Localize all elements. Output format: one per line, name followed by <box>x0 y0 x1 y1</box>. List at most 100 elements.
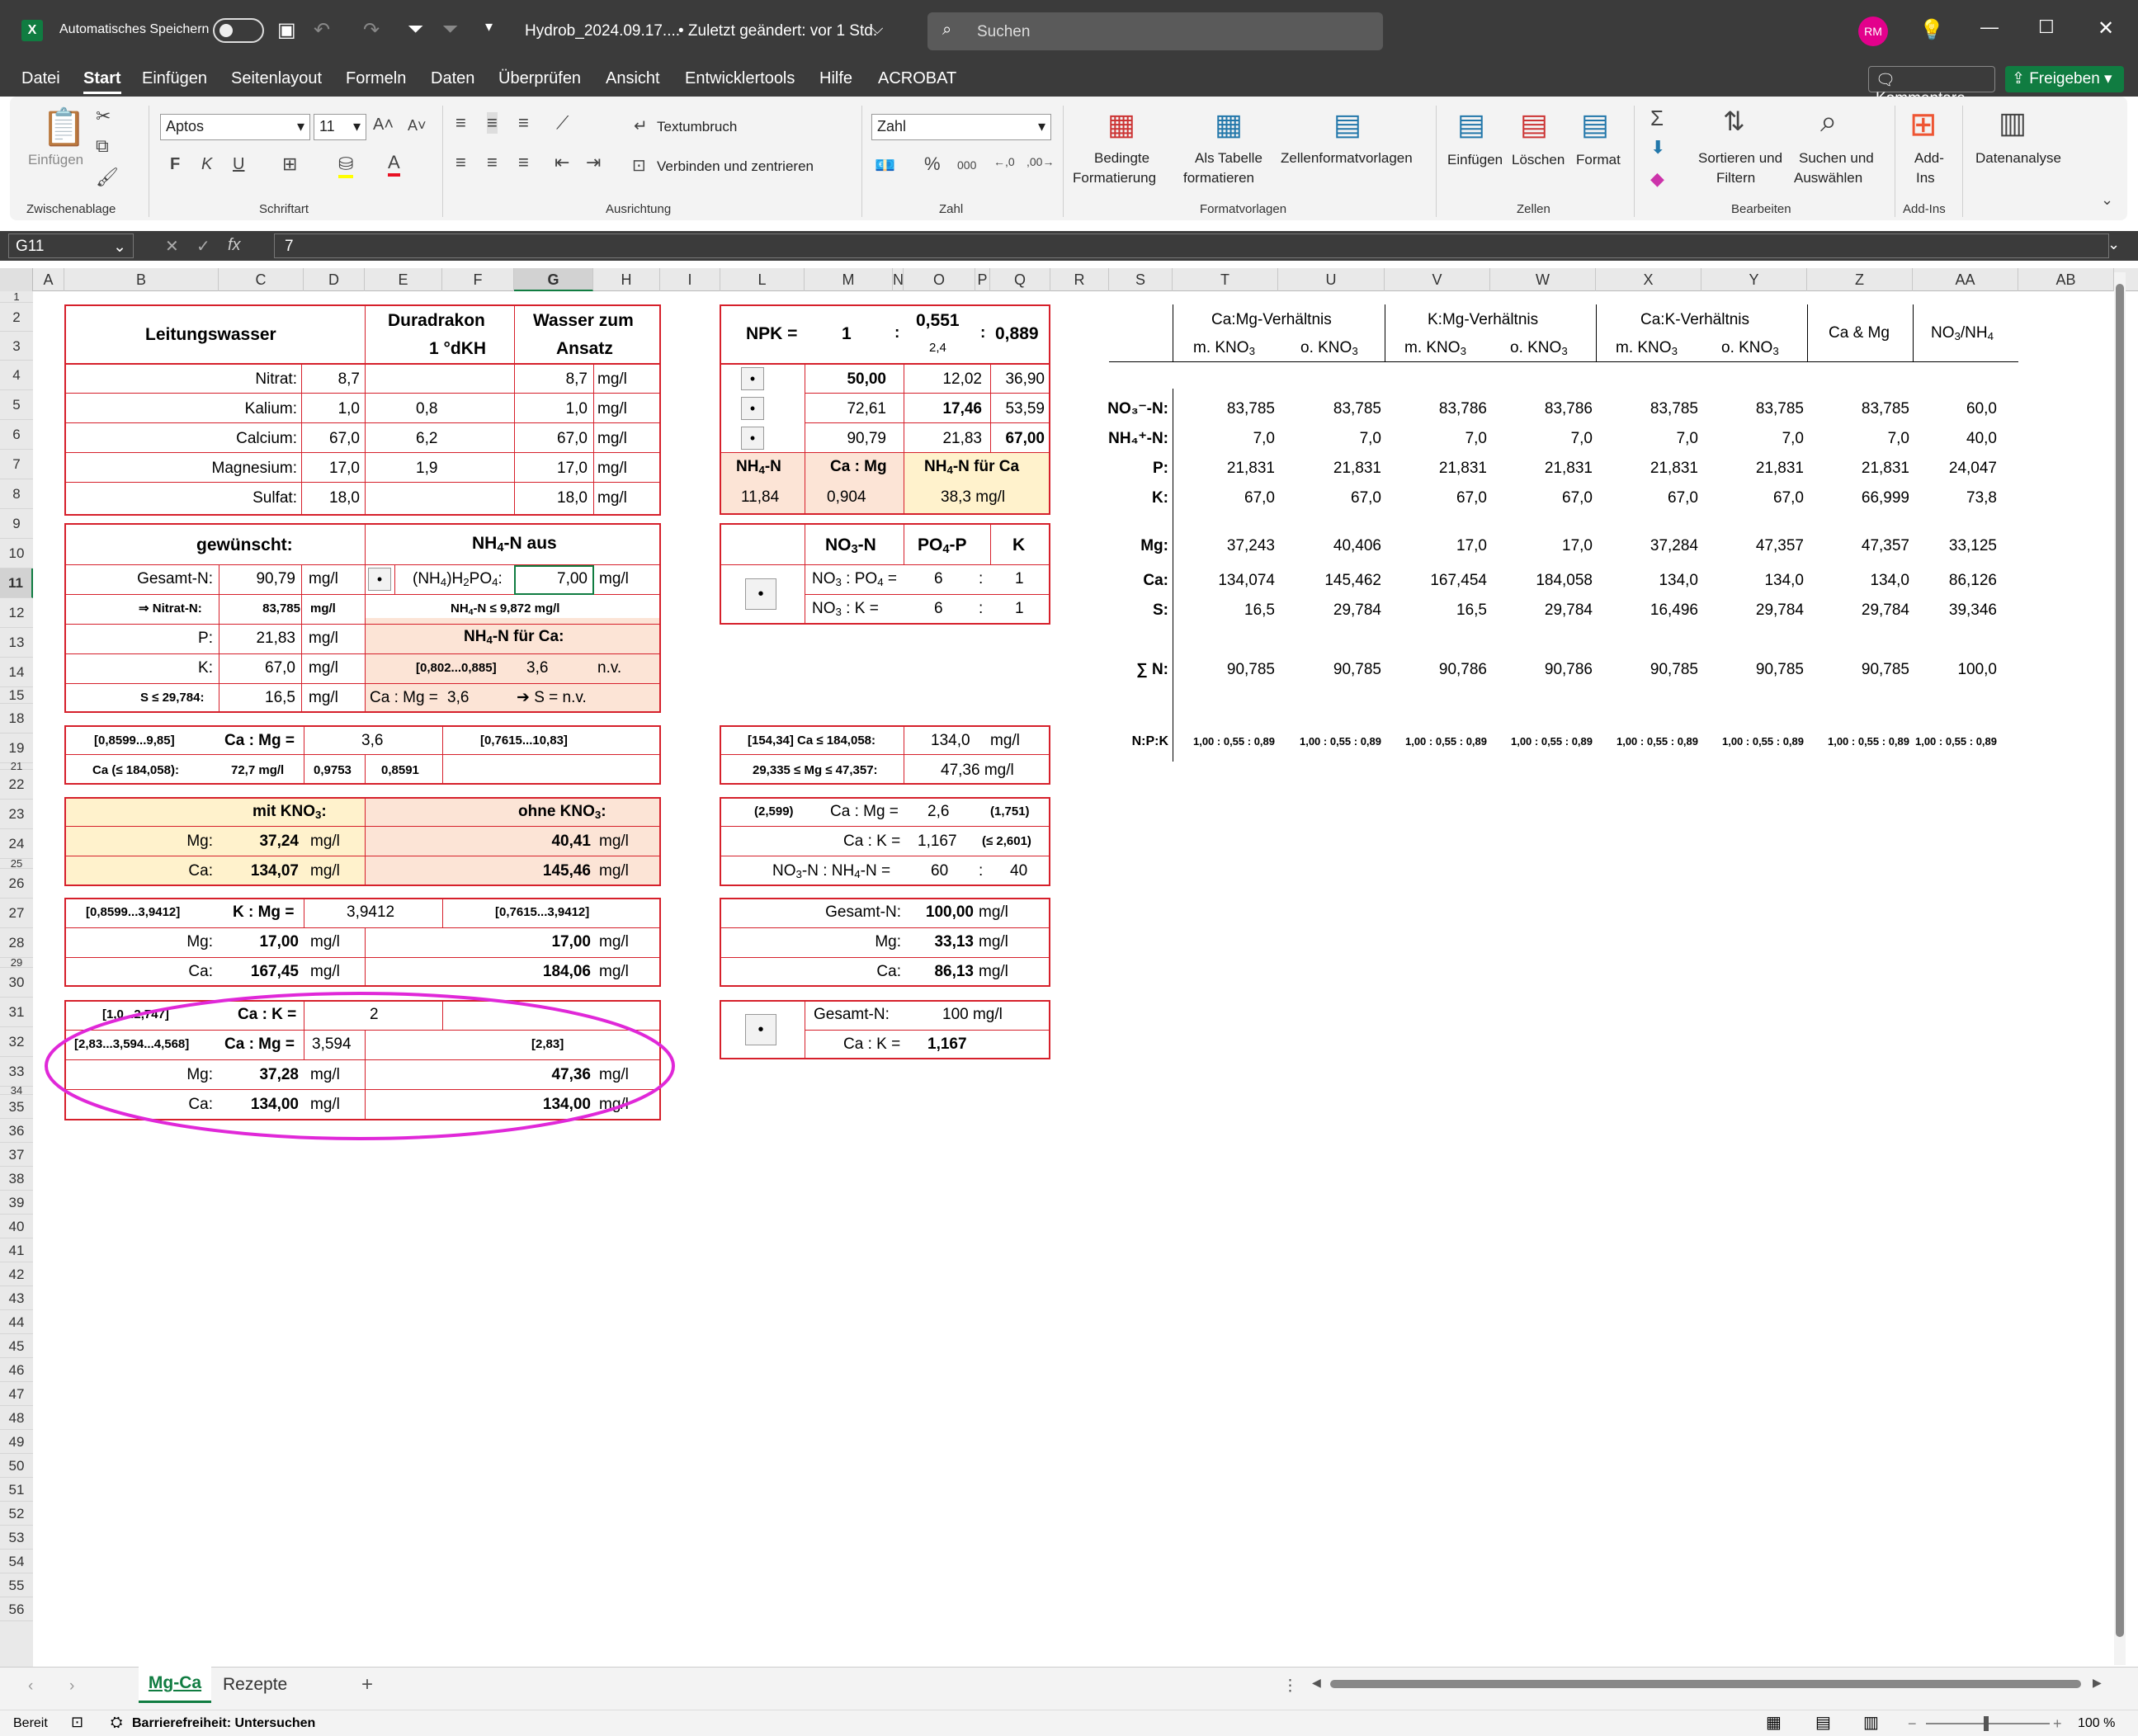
row-header-33[interactable]: 33 <box>0 1057 33 1087</box>
column-header-aa[interactable]: AA <box>1913 268 2018 291</box>
avatar[interactable]: RM <box>1858 17 1888 46</box>
clear-icon[interactable]: ◆ <box>1650 168 1664 190</box>
row-header-43[interactable]: 43 <box>0 1286 33 1310</box>
row-header-45[interactable]: 45 <box>0 1334 33 1358</box>
row-header-26[interactable]: 26 <box>0 869 33 899</box>
column-header-c[interactable]: C <box>219 268 304 291</box>
target-option-button[interactable]: • <box>745 1014 776 1045</box>
npk-option-button[interactable]: • <box>741 367 764 390</box>
column-header-r[interactable]: R <box>1050 268 1109 291</box>
expand-formula-icon[interactable]: ⌄ <box>2107 236 2120 253</box>
format-as-table-icon[interactable]: ▦ <box>1215 107 1243 142</box>
row-header-7[interactable]: 7 <box>0 450 33 479</box>
comments-button[interactable]: 🗨 Kommentare <box>1868 66 1995 107</box>
undo-icon[interactable]: ↶ <box>314 18 330 42</box>
normal-view-icon[interactable]: ▦ <box>1766 1715 1782 1731</box>
page-break-icon[interactable]: ▥ <box>1863 1715 1879 1731</box>
row-header-9[interactable]: 9 <box>0 509 33 539</box>
clear-filter-icon[interactable]: ⏷ <box>442 18 458 41</box>
cut-icon[interactable]: ✂ <box>96 106 111 127</box>
insert-cells-label[interactable]: Einfügen <box>1447 152 1503 168</box>
orientation-icon[interactable]: ⟋ <box>556 112 569 134</box>
format-painter-icon[interactable]: 🖌 <box>96 167 119 188</box>
grow-font-icon[interactable]: A˄ <box>373 116 394 134</box>
row-header-31[interactable]: 31 <box>0 998 33 1027</box>
delete-cells-label[interactable]: Löschen <box>1512 152 1565 168</box>
shrink-font-icon[interactable]: A˅ <box>408 117 427 134</box>
row-header-42[interactable]: 42 <box>0 1262 33 1286</box>
row-header-6[interactable]: 6 <box>0 420 33 450</box>
percent-icon[interactable]: % <box>924 153 941 175</box>
next-sheet-icon[interactable]: › <box>69 1678 74 1694</box>
row-header-48[interactable]: 48 <box>0 1406 33 1430</box>
tab-datei[interactable]: Datei <box>21 69 60 88</box>
row-header-19[interactable]: 19 <box>0 734 33 763</box>
column-header-l[interactable]: L <box>720 268 805 291</box>
italic-icon[interactable]: K <box>201 155 212 174</box>
insert-cells-icon[interactable]: ▤ <box>1457 107 1485 142</box>
tab-daten[interactable]: Daten <box>431 69 474 88</box>
addins-icon[interactable]: ⊞ <box>1909 106 1937 144</box>
currency-icon[interactable]: 💶 <box>875 155 895 176</box>
align-middle-icon[interactable]: ≡ <box>487 112 498 134</box>
copy-icon[interactable]: ⧉ <box>96 135 109 157</box>
row-header-56[interactable]: 56 <box>0 1597 33 1621</box>
more-options-icon[interactable]: ⋮ <box>1282 1678 1298 1694</box>
row-header-39[interactable]: 39 <box>0 1191 33 1215</box>
macro-icon[interactable]: ⊡ <box>71 1715 83 1729</box>
data-analysis-icon[interactable]: ▥ <box>1999 106 2027 140</box>
decrease-decimal-icon[interactable]: ,00→ <box>1027 155 1054 168</box>
zoom-level[interactable]: 100 % <box>2078 1717 2115 1730</box>
merge-icon[interactable]: ⊡ <box>632 155 646 176</box>
wrap-text-button[interactable]: Textumbruch <box>657 119 737 135</box>
maximize-icon[interactable]: ☐ <box>2038 17 2055 38</box>
column-header-z[interactable]: Z <box>1807 268 1913 291</box>
column-header-d[interactable]: D <box>304 268 365 291</box>
column-header-o[interactable]: O <box>904 268 975 291</box>
customize-qat-icon[interactable]: ▾ <box>485 18 493 35</box>
row-header-40[interactable]: 40 <box>0 1215 33 1238</box>
row-header-53[interactable]: 53 <box>0 1526 33 1550</box>
horizontal-scrollbar[interactable]: ◀ ▶ <box>1312 1677 2111 1690</box>
conditional-format-icon[interactable]: ▦ <box>1107 107 1135 142</box>
autosave-toggle[interactable] <box>213 18 264 43</box>
insert-function-icon[interactable]: fx <box>228 236 241 255</box>
zoom-in-icon[interactable]: + <box>2053 1716 2062 1731</box>
row-header-49[interactable]: 49 <box>0 1430 33 1454</box>
column-header-n[interactable]: N <box>893 268 904 291</box>
fill-icon[interactable]: ⬇ <box>1650 137 1665 158</box>
vertical-scrollbar[interactable] <box>2114 272 2126 1665</box>
row-header-34[interactable]: 34 <box>0 1085 33 1096</box>
share-button[interactable]: ⇪ Freigeben ▾ <box>2005 66 2124 92</box>
add-sheet-icon[interactable]: + <box>361 1675 373 1695</box>
find-select-label-2[interactable]: Auswählen <box>1794 170 1862 186</box>
row-header-38[interactable]: 38 <box>0 1167 33 1191</box>
sheet-tab-mg-ca[interactable]: Mg-Ca <box>139 1667 211 1703</box>
row-header-46[interactable]: 46 <box>0 1358 33 1382</box>
last-modified[interactable]: • Zuletzt geändert: vor 1 Std. <box>678 22 877 40</box>
row-header-55[interactable]: 55 <box>0 1573 33 1597</box>
column-header-g[interactable]: G <box>514 268 593 291</box>
delete-cells-icon[interactable]: ▤ <box>1520 107 1548 142</box>
accessibility-status[interactable]: Barrierefreiheit: Untersuchen <box>132 1717 315 1730</box>
autosum-icon[interactable]: Σ <box>1650 106 1664 131</box>
save-icon[interactable]: ▣ <box>277 18 296 42</box>
row-header-27[interactable]: 27 <box>0 899 33 928</box>
row-header-23[interactable]: 23 <box>0 800 33 829</box>
zoom-slider[interactable] <box>1926 1716 2050 1731</box>
column-header-h[interactable]: H <box>593 268 660 291</box>
merge-center-button[interactable]: Verbinden und zentrieren <box>657 158 814 175</box>
row-header-15[interactable]: 15 <box>0 687 33 704</box>
font-size-select[interactable]: 11 ▾ <box>314 114 366 140</box>
column-header-m[interactable]: M <box>805 268 893 291</box>
sheet-tab-rezepte[interactable]: Rezepte <box>223 1675 287 1695</box>
row-header-14[interactable]: 14 <box>0 658 33 687</box>
row-header-10[interactable]: 10 <box>0 539 33 568</box>
minimize-icon[interactable]: — <box>1980 17 1999 38</box>
row-header-44[interactable]: 44 <box>0 1310 33 1334</box>
sort-filter-label-2[interactable]: Filtern <box>1716 170 1755 186</box>
bold-icon[interactable]: F <box>170 155 180 174</box>
column-header-e[interactable]: E <box>365 268 442 291</box>
column-header-p[interactable]: P <box>975 268 990 291</box>
salt-option-button[interactable]: • <box>368 568 391 591</box>
